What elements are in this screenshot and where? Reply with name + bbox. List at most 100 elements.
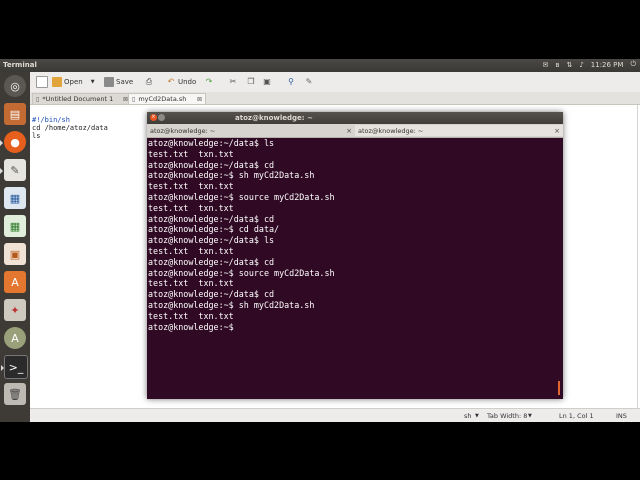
terminal-line: test.txt txn.txt bbox=[148, 202, 234, 213]
clock[interactable]: 11:26 PM bbox=[591, 61, 624, 69]
document-icon: ▯ bbox=[132, 95, 136, 103]
terminal-titlebar[interactable]: × atoz@knowledge: ~ bbox=[147, 112, 563, 124]
editor-scrollbar[interactable] bbox=[637, 105, 638, 408]
terminal-line: atoz@knowledge:~$ source myCd2Data.sh bbox=[148, 192, 335, 202]
trash-icon[interactable]: 🗑 bbox=[4, 383, 26, 405]
calc-icon[interactable]: ▦ bbox=[4, 215, 26, 237]
replace-icon: ✎ bbox=[305, 77, 313, 86]
terminal-line: atoz@knowledge:~/data$ ls bbox=[148, 235, 275, 246]
text-editor-icon[interactable]: ✎ bbox=[0, 159, 26, 181]
volume-icon[interactable]: ♪ bbox=[579, 61, 583, 69]
terminal-tab-1[interactable]: atoz@knowledge: ~ × bbox=[147, 125, 356, 136]
terminal-line: atoz@knowledge:~/data$ cd bbox=[148, 213, 275, 224]
terminal-line: atoz@knowledge:~$ source myCd2Data.sh bbox=[148, 267, 335, 278]
editor-line: ls bbox=[32, 132, 41, 140]
indicator-area: ✉ ʙ ⇅ ♪ 11:26 PM ⏻ bbox=[543, 60, 637, 69]
terminal-window: × atoz@knowledge: ~ atoz@knowledge: ~ × … bbox=[147, 112, 563, 399]
terminal-line: atoz@knowledge:~$ cd data/ bbox=[148, 224, 280, 235]
paste-icon: ▣ bbox=[263, 77, 271, 86]
terminal-scrollbar[interactable] bbox=[557, 138, 562, 397]
firefox-icon[interactable]: ● bbox=[0, 131, 26, 153]
language-selector[interactable]: sh bbox=[464, 412, 472, 420]
undo-label: Undo bbox=[178, 78, 197, 86]
terminal-line: test.txt txn.txt bbox=[148, 246, 234, 256]
save-button[interactable]: Save bbox=[104, 76, 133, 88]
editor-line: cd /home/atoz/data bbox=[32, 124, 108, 132]
mail-icon[interactable]: ✉ bbox=[543, 61, 549, 69]
undo-icon: ↶ bbox=[167, 77, 175, 86]
power-icon[interactable]: ⏻ bbox=[630, 60, 636, 69]
minimize-icon[interactable] bbox=[158, 114, 165, 121]
open-button[interactable]: Open ▼ bbox=[52, 76, 95, 88]
terminal-prompt-line: atoz@knowledge:~$ bbox=[148, 321, 239, 332]
copy-icon: ❐ bbox=[247, 77, 255, 86]
redo-button[interactable]: ↷ bbox=[204, 76, 214, 88]
terminal-output[interactable]: atoz@knowledge:~/data$ ls test.txt txn.t… bbox=[148, 138, 556, 397]
active-app-title: Terminal bbox=[3, 61, 37, 69]
terminal-line: test.txt txn.txt bbox=[148, 310, 234, 321]
top-panel: Terminal ✉ ʙ ⇅ ♪ 11:26 PM ⏻ bbox=[0, 59, 640, 72]
new-document-button[interactable] bbox=[36, 76, 48, 88]
scrollbar-thumb[interactable] bbox=[558, 381, 560, 395]
tab-width-selector[interactable]: Tab Width: 8 bbox=[487, 412, 527, 420]
open-label: Open bbox=[64, 78, 83, 86]
update-manager-icon[interactable]: A bbox=[4, 327, 26, 349]
terminal-icon[interactable]: >_ bbox=[1, 355, 28, 379]
redo-icon: ↷ bbox=[205, 77, 213, 86]
find-button[interactable]: ⚲ bbox=[286, 76, 296, 88]
settings-icon[interactable]: ✦ bbox=[4, 299, 26, 321]
ubuntu-dash-icon[interactable]: ◎ bbox=[4, 75, 26, 97]
impress-icon[interactable]: ▣ bbox=[4, 243, 26, 265]
new-document-icon bbox=[36, 76, 48, 88]
files-icon[interactable]: ▤ bbox=[4, 103, 26, 125]
terminal-tab-label: atoz@knowledge: ~ bbox=[358, 126, 424, 135]
terminal-tabs: atoz@knowledge: ~ × atoz@knowledge: ~ × bbox=[147, 124, 563, 138]
print-icon: ⎙ bbox=[145, 77, 153, 86]
launcher: ◎ ▤ ● ✎ ▦ ▦ ▣ A ✦ A >_ 🗑 bbox=[0, 72, 30, 422]
chevron-down-icon[interactable]: ▼ bbox=[528, 413, 532, 419]
paste-button[interactable]: ▣ bbox=[262, 76, 272, 88]
copy-button[interactable]: ❐ bbox=[246, 76, 256, 88]
terminal-line: atoz@knowledge:~$ sh myCd2Data.sh bbox=[148, 300, 315, 310]
terminal-tab-label: atoz@knowledge: ~ bbox=[150, 126, 216, 135]
terminal-line: atoz@knowledge:~/data$ cd bbox=[148, 159, 275, 170]
terminal-line: atoz@knowledge:~/data$ cd bbox=[148, 289, 275, 300]
tab-label: *Untitled Document 1 bbox=[42, 95, 114, 103]
tab-label: myCd2Data.sh bbox=[138, 95, 187, 103]
chevron-down-icon[interactable]: ▼ bbox=[91, 79, 95, 85]
insert-mode: INS bbox=[616, 412, 627, 420]
terminal-line: atoz@knowledge:~/data$ cd bbox=[148, 256, 275, 267]
save-icon bbox=[104, 77, 114, 87]
terminal-tab-2[interactable]: atoz@knowledge: ~ × bbox=[355, 125, 563, 136]
editor-line: #!/bin/sh bbox=[32, 116, 70, 124]
folder-icon bbox=[52, 77, 62, 87]
terminal-line: test.txt txn.txt bbox=[148, 278, 234, 289]
tab-untitled-document[interactable]: ▯ *Untitled Document 1 ⊠ bbox=[32, 93, 132, 104]
software-center-icon[interactable]: A bbox=[4, 271, 26, 293]
chevron-down-icon[interactable]: ▼ bbox=[475, 413, 479, 419]
writer-icon[interactable]: ▦ bbox=[4, 187, 26, 209]
save-label: Save bbox=[116, 78, 134, 86]
close-icon[interactable]: ⊠ bbox=[197, 96, 202, 103]
replace-button[interactable]: ✎ bbox=[304, 76, 314, 88]
bluetooth-icon[interactable]: ʙ bbox=[555, 61, 559, 69]
terminal-line: test.txt txn.txt bbox=[148, 148, 234, 159]
undo-button[interactable]: ↶ Undo bbox=[166, 76, 197, 88]
network-icon[interactable]: ⇅ bbox=[566, 61, 572, 69]
close-icon[interactable]: × bbox=[346, 127, 352, 135]
close-icon[interactable]: × bbox=[150, 114, 157, 121]
close-icon[interactable]: × bbox=[554, 127, 560, 135]
editor-tabs: ▯ *Untitled Document 1 ⊠ ▯ myCd2Data.sh … bbox=[30, 92, 640, 105]
cursor-position: Ln 1, Col 1 bbox=[559, 412, 594, 420]
print-button[interactable]: ⎙ bbox=[144, 76, 154, 88]
tab-mycd2data[interactable]: ▯ myCd2Data.sh ⊠ bbox=[128, 93, 206, 104]
cut-button[interactable]: ✂ bbox=[228, 76, 238, 88]
terminal-line: test.txt txn.txt bbox=[148, 181, 234, 192]
desktop-screen: Terminal ✉ ʙ ⇅ ♪ 11:26 PM ⏻ ◎ ▤ ● ✎ ▦ ▦ … bbox=[0, 59, 640, 422]
editor-statusbar: sh ▼ Tab Width: 8 ▼ Ln 1, Col 1 INS bbox=[30, 408, 640, 422]
cut-icon: ✂ bbox=[229, 77, 237, 86]
terminal-line: atoz@knowledge:~$ sh myCd2Data.sh bbox=[148, 170, 315, 181]
document-icon: ▯ bbox=[36, 95, 40, 103]
terminal-title: atoz@knowledge: ~ bbox=[235, 114, 313, 122]
terminal-line: atoz@knowledge:~/data$ ls bbox=[148, 138, 275, 148]
